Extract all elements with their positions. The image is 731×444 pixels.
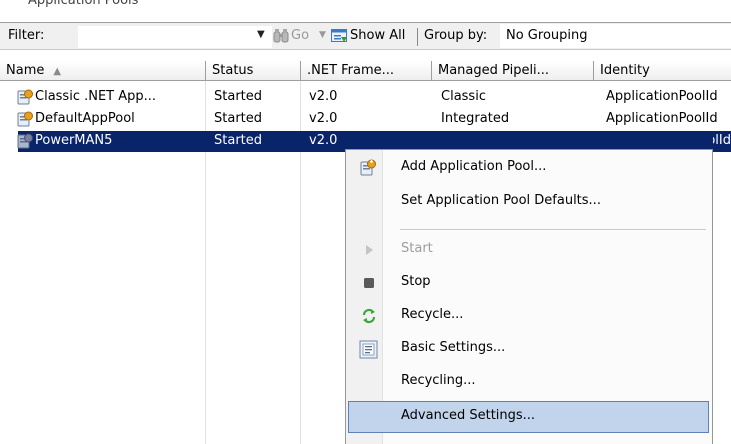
table-row[interactable]: DefaultAppPool Started v2.0 Integrated A…: [0, 109, 731, 131]
pool-name: DefaultAppPool: [35, 111, 135, 126]
pool-pipeline: Integrated: [441, 111, 510, 126]
filter-label: Filter:: [8, 28, 45, 43]
pool-identity: ApplicationPoolId: [606, 89, 718, 104]
pool-status: Started: [214, 89, 263, 104]
pool-status: Started: [214, 111, 263, 126]
application-pool-icon: [17, 111, 33, 127]
stop-icon: [364, 278, 374, 288]
pool-framework: v2.0: [309, 89, 338, 104]
pool-identity: ApplicationPoolId: [713, 133, 731, 148]
pool-pipeline: Classic: [441, 89, 486, 104]
group-by-select[interactable]: No Grouping: [500, 24, 731, 48]
column-header-status[interactable]: Status: [206, 61, 301, 81]
group-by-label: Group by:: [424, 28, 488, 43]
application-pool-icon: [17, 133, 33, 149]
menu-item-basic-settings[interactable]: Basic Settings...: [348, 334, 710, 364]
menu-item-recycle[interactable]: Recycle...: [348, 301, 710, 331]
pool-identity: ApplicationPoolId: [606, 111, 718, 126]
toolbar-separator: [417, 28, 418, 46]
go-button[interactable]: Go: [291, 28, 309, 43]
pool-name: PowerMAN5: [35, 133, 113, 148]
column-header-net-framework[interactable]: .NET Frame...: [301, 61, 432, 81]
pool-status: Started: [214, 133, 263, 148]
binoculars-icon[interactable]: [273, 28, 289, 44]
column-header-managed-pipeline[interactable]: Managed Pipeli...: [432, 61, 594, 81]
menu-separator: [400, 229, 706, 231]
start-icon: [366, 245, 373, 255]
pool-framework: v2.0: [309, 133, 338, 148]
column-header-name[interactable]: Name ▲: [0, 61, 206, 81]
page-header-fragment: Application Pools: [0, 0, 731, 9]
recycle-icon: [362, 308, 376, 324]
sort-ascending-icon: ▲: [53, 66, 62, 77]
grid-header: Name ▲ Status .NET Frame... Managed Pipel…: [0, 61, 731, 81]
context-menu: Add Application Pool... Set Application …: [345, 149, 713, 444]
filter-input[interactable]: [78, 26, 272, 48]
filter-toolbar: Filter: ▼ Go ▼ Show All Group by: No Gro…: [0, 22, 731, 50]
show-all-button[interactable]: Show All: [350, 28, 405, 43]
menu-item-add-application-pool[interactable]: Add Application Pool...: [348, 153, 710, 183]
column-header-identity[interactable]: Identity: [594, 61, 731, 81]
menu-item-recycling[interactable]: Recycling...: [348, 367, 710, 397]
page-title: Application Pools: [28, 0, 139, 8]
filter-dropdown-arrow-icon[interactable]: ▼: [257, 29, 265, 40]
go-dropdown-arrow-icon[interactable]: ▼: [319, 30, 326, 40]
add-pool-icon: [360, 159, 376, 176]
menu-item-stop[interactable]: Stop: [348, 268, 710, 298]
table-row[interactable]: Classic .NET App... Started v2.0 Classic…: [0, 87, 731, 109]
pool-framework: v2.0: [309, 111, 338, 126]
basic-settings-icon: [359, 340, 378, 359]
application-pool-icon: [17, 89, 33, 105]
group-by-value: No Grouping: [506, 28, 588, 43]
menu-item-start[interactable]: Start: [348, 235, 710, 265]
pool-name: Classic .NET App...: [35, 89, 157, 104]
menu-item-advanced-settings[interactable]: Advanced Settings...: [348, 401, 709, 433]
show-all-icon[interactable]: [331, 28, 348, 44]
menu-item-set-defaults[interactable]: Set Application Pool Defaults...: [348, 187, 710, 217]
